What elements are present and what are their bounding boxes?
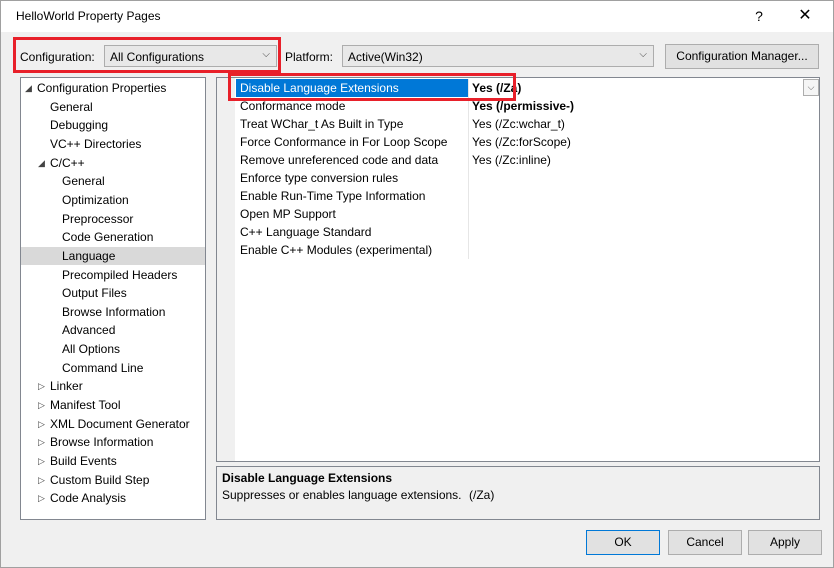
tree-item-label: Code Analysis xyxy=(50,491,127,506)
tree-item-label: C/C++ xyxy=(50,155,85,170)
tree-item-label: Precompiled Headers xyxy=(62,267,178,282)
property-row[interactable]: Enforce type conversion rules xyxy=(236,169,804,187)
property-name: Remove unreferenced code and data xyxy=(240,153,439,167)
expand-arrow-icon[interactable]: ▷ xyxy=(38,489,45,507)
tree-item[interactable]: Language xyxy=(21,246,205,265)
window-title: HelloWorld Property Pages xyxy=(16,9,161,23)
property-tree[interactable]: ◢ Configuration Properties General Debuggin… xyxy=(20,77,206,520)
tree-item-label: Output Files xyxy=(62,286,127,301)
tree-item-label: Custom Build Step xyxy=(50,472,150,487)
title-bar: HelloWorld Property Pages ? ✕ xyxy=(1,1,833,32)
column-separator xyxy=(468,205,469,223)
column-separator xyxy=(468,223,469,241)
grid-gutter xyxy=(217,78,235,461)
description-title: Disable Language Extensions xyxy=(222,471,393,485)
ok-button[interactable]: OK xyxy=(586,530,660,555)
tree-item-label: Command Line xyxy=(62,360,144,375)
property-value: Yes (/Zc:forScope) xyxy=(472,135,571,149)
help-button[interactable]: ? xyxy=(745,5,773,27)
property-name: C++ Language Standard xyxy=(240,225,372,239)
value-dropdown-button[interactable]: ⌵ xyxy=(803,79,819,96)
property-grid[interactable]: Disable Language Extensions Yes (/Za) Conf… xyxy=(216,77,820,462)
tree-item-label: Advanced xyxy=(62,323,116,338)
column-separator xyxy=(468,187,469,205)
property-row[interactable]: Enable Run-Time Type Information xyxy=(236,187,804,205)
column-separator xyxy=(468,151,469,169)
expand-arrow-icon[interactable]: ▷ xyxy=(38,452,45,470)
property-value: Yes (/permissive-) xyxy=(472,99,575,113)
property-name: Open MP Support xyxy=(240,207,336,221)
description-flag: (/Za) xyxy=(469,488,495,502)
tree-item-label: Debugging xyxy=(50,118,109,133)
configuration-highlight-box xyxy=(13,37,281,73)
apply-button[interactable]: Apply xyxy=(748,530,822,555)
property-name: Enforce type conversion rules xyxy=(240,171,399,185)
close-button[interactable]: ✕ xyxy=(791,5,819,27)
column-separator xyxy=(468,115,469,133)
tree-item-label: General xyxy=(50,99,93,114)
column-separator xyxy=(468,169,469,187)
chevron-down-icon: ⌵ xyxy=(639,49,647,60)
property-row[interactable]: Remove unreferenced code and data Yes (/Z… xyxy=(236,151,804,169)
property-row[interactable]: C++ Language Standard xyxy=(236,223,804,241)
tree-item-label: Build Events xyxy=(50,454,117,468)
tree-item-label: Language xyxy=(62,248,116,263)
tree-item-label: Preprocessor xyxy=(62,211,134,226)
cancel-button[interactable]: Cancel xyxy=(668,530,742,555)
expand-arrow-icon[interactable]: ▷ xyxy=(38,396,45,414)
tree-item-label: Configuration Properties xyxy=(37,81,167,95)
property-row[interactable]: Force Conformance in For Loop Scope Yes (… xyxy=(236,133,804,151)
property-value: Yes (/Zc:inline) xyxy=(472,153,551,167)
setting-highlight-box xyxy=(228,73,516,101)
expand-arrow-icon[interactable]: ▷ xyxy=(38,433,45,451)
column-separator xyxy=(468,133,469,151)
tree-item-label: General xyxy=(62,174,105,189)
property-value: Yes (/Zc:wchar_t) xyxy=(472,117,565,131)
collapse-arrow-icon[interactable]: ◢ xyxy=(25,79,32,97)
tree-item-label: All Options xyxy=(62,342,121,357)
property-pages-window: HelloWorld Property Pages ? ✕ Configurat… xyxy=(0,0,834,568)
configuration-manager-button[interactable]: Configuration Manager... xyxy=(665,44,819,69)
expand-arrow-icon[interactable]: ▷ xyxy=(38,377,45,395)
property-name: Force Conformance in For Loop Scope xyxy=(240,135,448,149)
expand-arrow-icon[interactable]: ▷ xyxy=(38,471,45,489)
property-row[interactable]: Treat WChar_t As Built in Type Yes (/Zc:w… xyxy=(236,115,804,133)
property-row[interactable]: Enable C++ Modules (experimental) xyxy=(236,241,804,259)
expand-arrow-icon[interactable]: ▷ xyxy=(38,415,45,433)
tree-item-label: VC++ Directories xyxy=(50,136,142,151)
tree-item-label: Browse Information xyxy=(62,304,166,319)
property-name: Treat WChar_t As Built in Type xyxy=(240,117,404,131)
platform-combo[interactable]: Active(Win32) ⌵ xyxy=(342,45,654,67)
property-name: Enable C++ Modules (experimental) xyxy=(240,243,433,257)
tree-item-label: XML Document Generator xyxy=(50,416,190,431)
property-name: Enable Run-Time Type Information xyxy=(240,189,426,203)
tree-item-label: Optimization xyxy=(62,192,129,207)
platform-value: Active(Win32) xyxy=(348,50,423,64)
collapse-arrow-icon[interactable]: ◢ xyxy=(38,154,45,172)
description-panel: Disable Language Extensions Suppresses o… xyxy=(216,466,820,520)
property-row[interactable]: Open MP Support xyxy=(236,205,804,223)
tree-item-label: Code Generation xyxy=(62,230,154,245)
property-name: Conformance mode xyxy=(240,99,346,113)
column-separator xyxy=(468,241,469,259)
tree-item-label: Linker xyxy=(50,379,83,394)
platform-label: Platform: xyxy=(285,50,334,64)
tree-item-label: Browse Information xyxy=(50,435,154,450)
tree-item-label: Manifest Tool xyxy=(50,398,121,413)
description-text: Suppresses or enables language extension… xyxy=(222,488,462,502)
